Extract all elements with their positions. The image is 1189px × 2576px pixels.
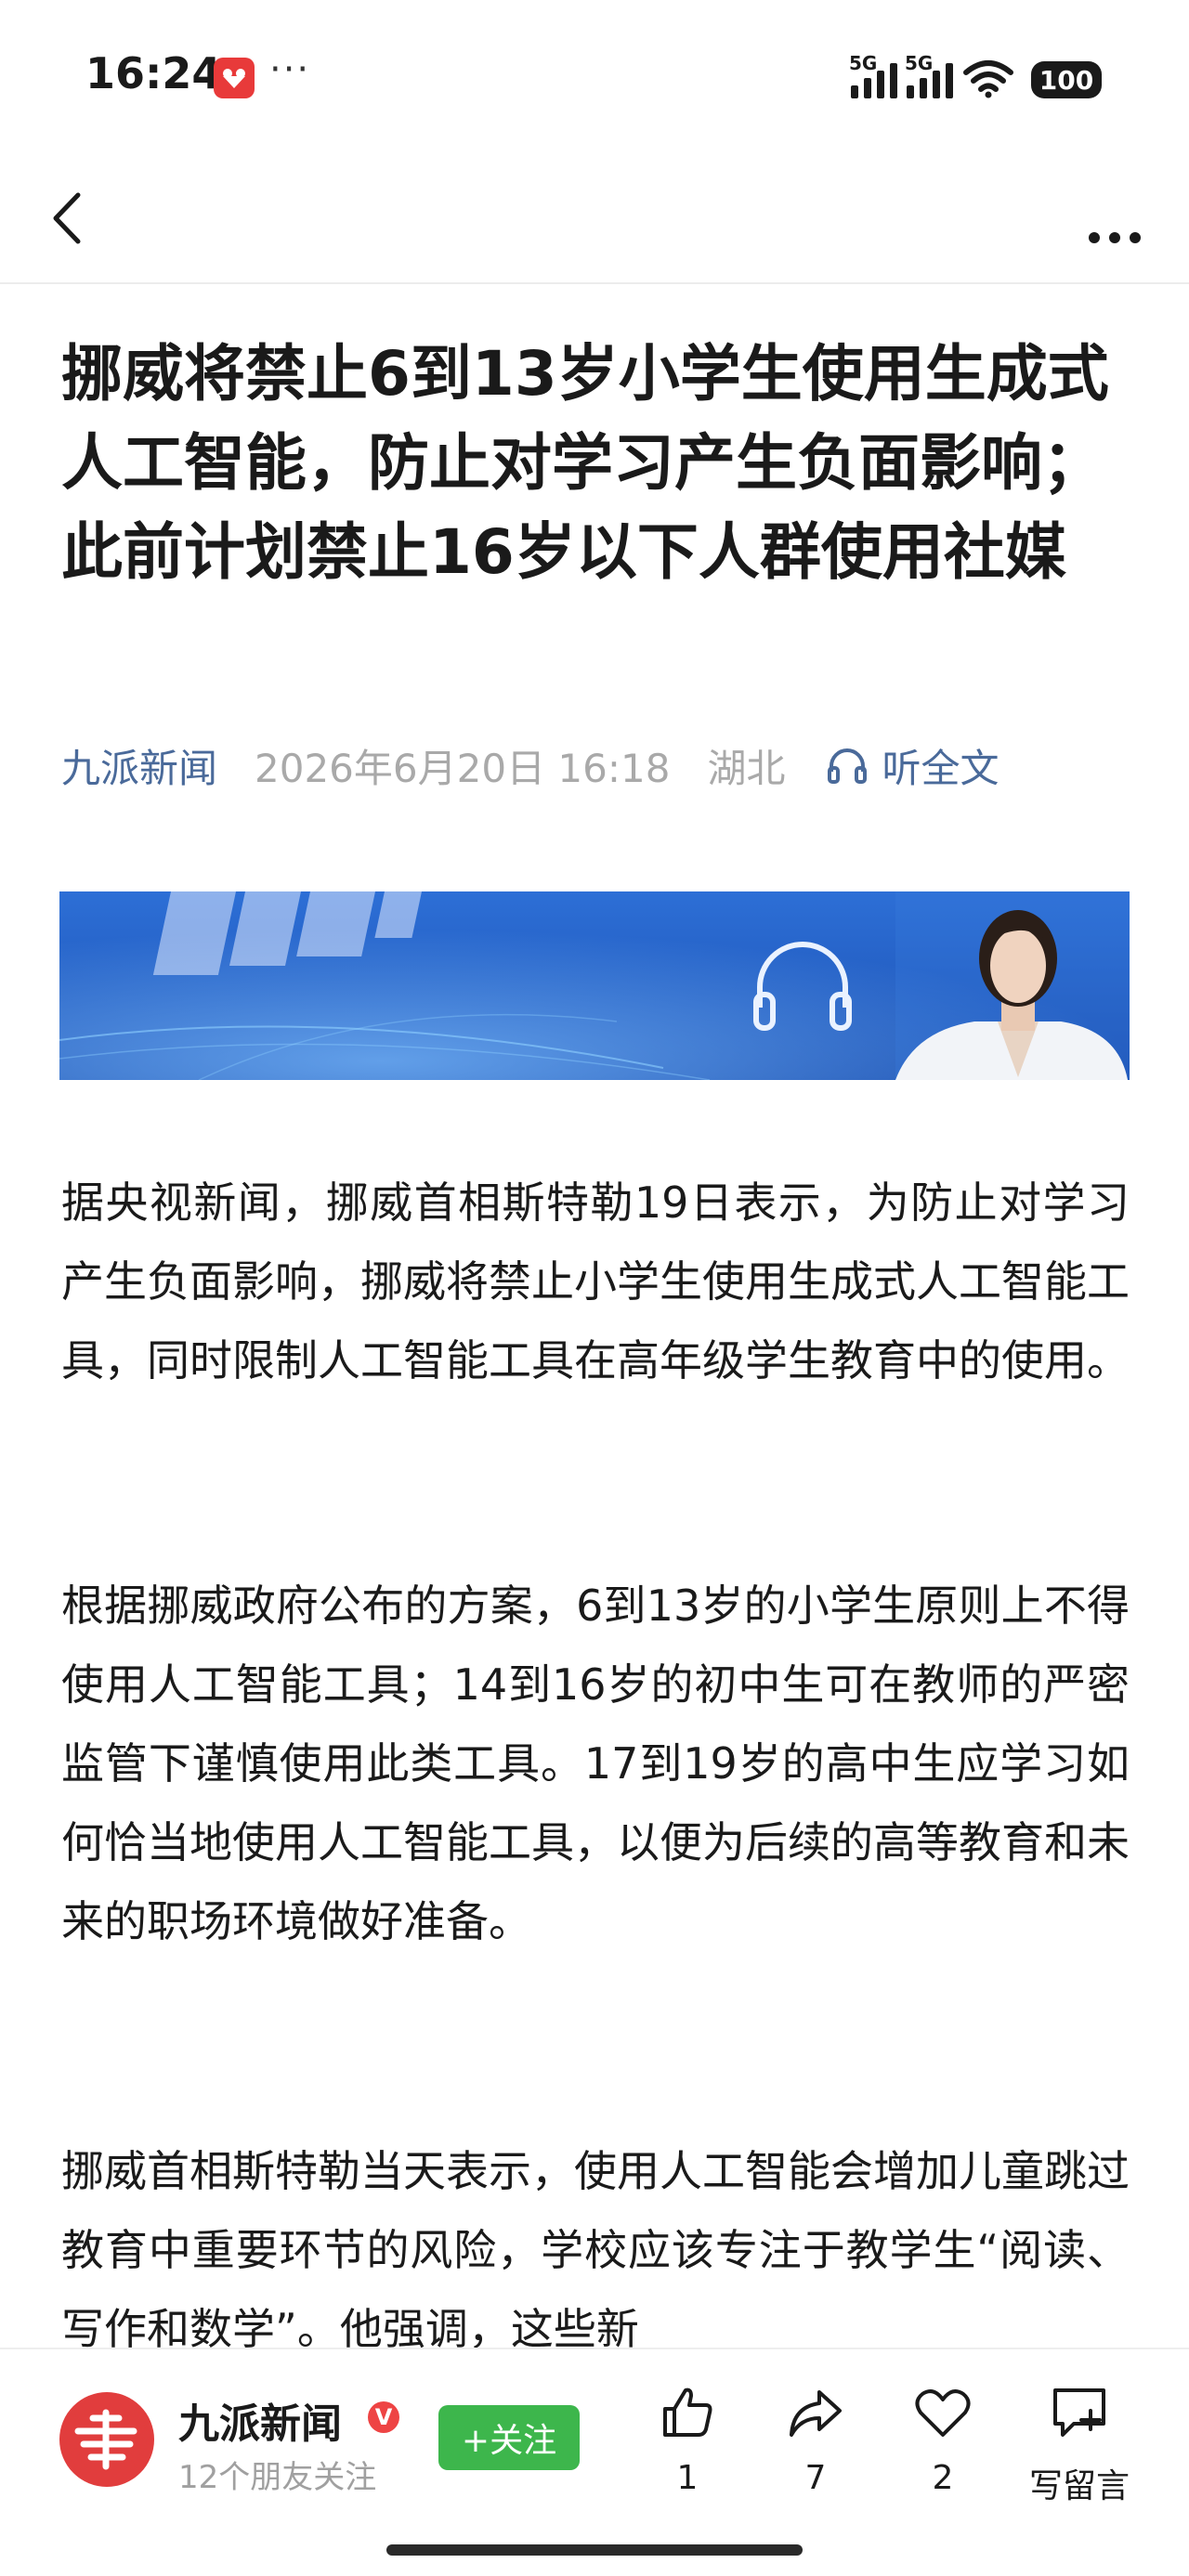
status-bar: 16:24 ··· 5G 5G 100 xyxy=(0,0,1189,158)
nav-bar xyxy=(0,158,1189,284)
share-button[interactable]: 7 xyxy=(760,2383,871,2497)
signal-2-label: 5G xyxy=(905,52,934,74)
like-count: 1 xyxy=(676,2459,699,2497)
listen-full-button[interactable]: 听全文 xyxy=(826,737,1000,794)
article-paragraph: 根据挪威政府公布的方案，6到13岁的小学生原则上不得使用人工智能工具；14到16… xyxy=(61,1581,1130,1946)
article-title: 挪威将禁止6到13岁小学生使用生成式人工智能，防止对学习产生负面影响；此前计划禁… xyxy=(61,338,1109,588)
publisher-name[interactable]: 九派新闻 xyxy=(178,2390,342,2450)
status-time: 16:24 xyxy=(85,48,222,98)
verified-badge-icon: V xyxy=(368,2401,399,2433)
write-comment-button[interactable]: 写留言 xyxy=(1014,2383,1144,2507)
follow-button[interactable]: +关注 xyxy=(438,2405,580,2470)
article-date: 2026年6月20日 16:18 xyxy=(255,745,671,791)
article-source[interactable]: 九派新闻 xyxy=(61,737,217,794)
like-button[interactable]: 1 xyxy=(632,2383,743,2497)
headphones-icon xyxy=(828,748,868,784)
share-arrow-icon xyxy=(790,2390,842,2437)
favorite-button[interactable]: 2 xyxy=(887,2383,999,2497)
audio-news-banner[interactable] xyxy=(59,891,1130,1080)
signal-icon-1: 5G xyxy=(849,52,897,98)
chevron-left-icon[interactable] xyxy=(37,184,102,249)
battery-indicator: 100 xyxy=(1031,61,1102,98)
article-paragraph: 据央视新闻，挪威首相斯特勒19日表示，为防止对学习产生负面影响，挪威将禁止小学生… xyxy=(61,1177,1130,1386)
signal-icon-2: 5G xyxy=(905,52,953,98)
app-notification-icon xyxy=(214,58,255,98)
presenter-figure xyxy=(895,891,1130,1080)
write-comment-label: 写留言 xyxy=(1028,2467,1130,2505)
comment-icon xyxy=(1053,2388,1105,2437)
article-meta: 九派新闻 2026年6月20日 16:18 湖北 听全文 xyxy=(61,737,1000,793)
article-paragraph: 挪威首相斯特勒当天表示，使用人工智能会增加儿童跳过教育中重要环节的风险，学校应该… xyxy=(61,2146,1130,2354)
more-notifications-indicator: ··· xyxy=(269,48,311,91)
status-indicators: 5G 5G 100 xyxy=(849,52,1102,98)
bottom-action-bar: 九派新闻 V 12个朋友关注 +关注 1 7 2 写留言 xyxy=(0,2348,1189,2576)
thumbs-up-icon xyxy=(663,2387,712,2437)
heart-icon xyxy=(915,2389,971,2437)
signal-1-label: 5G xyxy=(849,52,878,74)
home-indicator[interactable] xyxy=(386,2544,803,2556)
more-horizontal-icon[interactable] xyxy=(1078,184,1152,249)
share-count: 7 xyxy=(804,2459,827,2497)
listen-full-label: 听全文 xyxy=(882,745,1000,791)
friends-following-count: 12个朋友关注 xyxy=(178,2459,377,2496)
publisher-avatar[interactable] xyxy=(59,2392,154,2487)
article-region: 湖北 xyxy=(707,745,786,791)
favorite-count: 2 xyxy=(932,2459,954,2497)
wifi-icon xyxy=(963,60,1013,98)
